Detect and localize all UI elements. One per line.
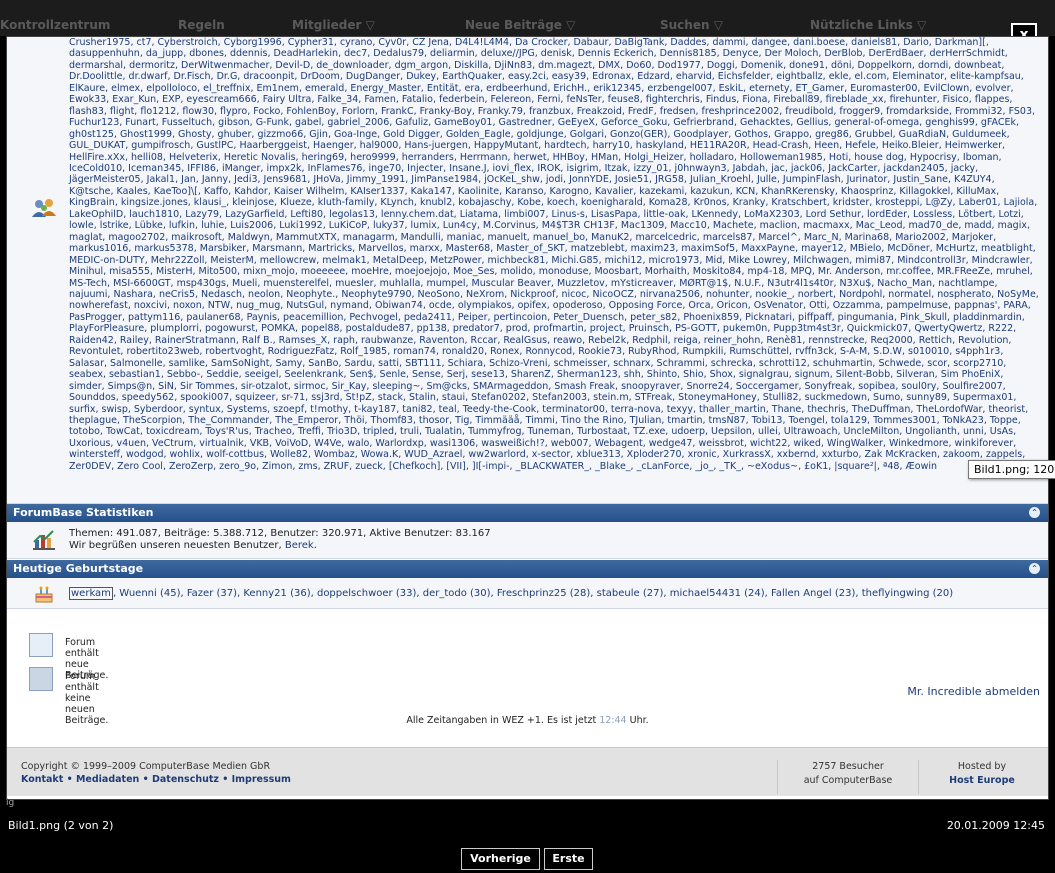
visitor-count: 2757 Besucher auf ComputerBase xyxy=(777,760,919,794)
lightbox-image: Crusher1975, ct7, Cyberstroich, Cyborg19… xyxy=(6,36,1049,800)
copyright: Copyright © 1999–2009 ComputerBase Medie… xyxy=(21,761,271,772)
first-button[interactable]: Erste xyxy=(544,848,593,870)
image-date: 20.01.2009 12:45 xyxy=(946,819,1045,832)
stats-chart-icon xyxy=(33,530,55,550)
previous-button[interactable]: Vorherige xyxy=(461,848,540,870)
users-icon xyxy=(32,199,56,217)
stats-text: Themen: 491.087, Beiträge: 5.388.712, Be… xyxy=(69,528,491,552)
image-name: Bild1.png (2 von 2) xyxy=(8,819,114,832)
status-fragment: ig xyxy=(6,798,15,808)
online-members-list: Crusher1975, ct7, Cyberstroich, Cyborg19… xyxy=(69,37,1039,472)
collapse-icon[interactable]: ⌃ xyxy=(1029,563,1040,574)
lightbox-caption: Bild1.png (2 von 2) 20.01.2009 12:45 xyxy=(0,812,1055,842)
image-tooltip: Bild1.png; 1201 xyxy=(968,460,1055,479)
birthdays-header: Heutige Geburtstage ⌃ xyxy=(7,560,1048,578)
stats-numbers: Themen: 491.087, Beiträge: 5.388.712, Be… xyxy=(69,528,491,539)
birthday-cake-icon xyxy=(35,586,53,603)
top-navigation: Kontrollzentrum Regeln Mitglieder ▽ Neue… xyxy=(0,0,1055,36)
hosted-by: Hosted by Host Europe xyxy=(949,761,1015,786)
stats-header: ForumBase Statistiken ⌃ xyxy=(7,504,1048,522)
logout-link[interactable]: Mr. Incredible abmelden xyxy=(907,685,1040,698)
forum-new-posts-icon xyxy=(29,633,53,657)
nav-item-neue-beitraege[interactable]: Neue Beiträge ▽ xyxy=(465,18,575,32)
newest-user-link[interactable]: Berek xyxy=(285,540,314,551)
current-time: 12:44 xyxy=(599,715,627,726)
online-members-section: Crusher1975, ct7, Cyberstroich, Cyborg19… xyxy=(7,37,1048,504)
birthdays-list: werkam, Wuenni (45), Fazer (37), Kenny21… xyxy=(69,587,954,600)
collapse-icon[interactable]: ⌃ xyxy=(1029,507,1040,518)
stats-welcome: Wir begrüßen unseren neuesten Benutzer, … xyxy=(69,540,317,551)
forum-no-new-posts-icon xyxy=(29,667,53,691)
nav-item-suchen[interactable]: Suchen ▽ xyxy=(660,18,723,32)
stats-title: ForumBase Statistiken xyxy=(13,506,154,519)
nav-item-kontrollzentrum[interactable]: Kontrollzentrum xyxy=(0,18,110,32)
nav-item-mitglieder[interactable]: Mitglieder ▽ xyxy=(292,18,375,32)
footer-links[interactable]: Kontakt • Mediadaten • Datenschutz • Imp… xyxy=(21,774,291,785)
host-europe-link[interactable]: Host Europe xyxy=(949,775,1015,786)
birthdays-title: Heutige Geburtstage xyxy=(13,562,144,575)
nav-item-nuetzliche-links[interactable]: Nützliche Links ▽ xyxy=(810,18,926,32)
nav-item-regeln[interactable]: Regeln xyxy=(178,18,225,32)
timezone-line: Alle Zeitangaben in WEZ +1. Es ist jetzt… xyxy=(406,715,649,726)
birthdays-row: werkam, Wuenni (45), Fazer (37), Kenny21… xyxy=(7,578,1048,609)
birthday-user-link[interactable]: werkam xyxy=(69,587,113,600)
footer: Copyright © 1999–2009 ComputerBase Medie… xyxy=(7,747,1048,796)
stats-row: Themen: 491.087, Beiträge: 5.388.712, Be… xyxy=(7,522,1048,559)
